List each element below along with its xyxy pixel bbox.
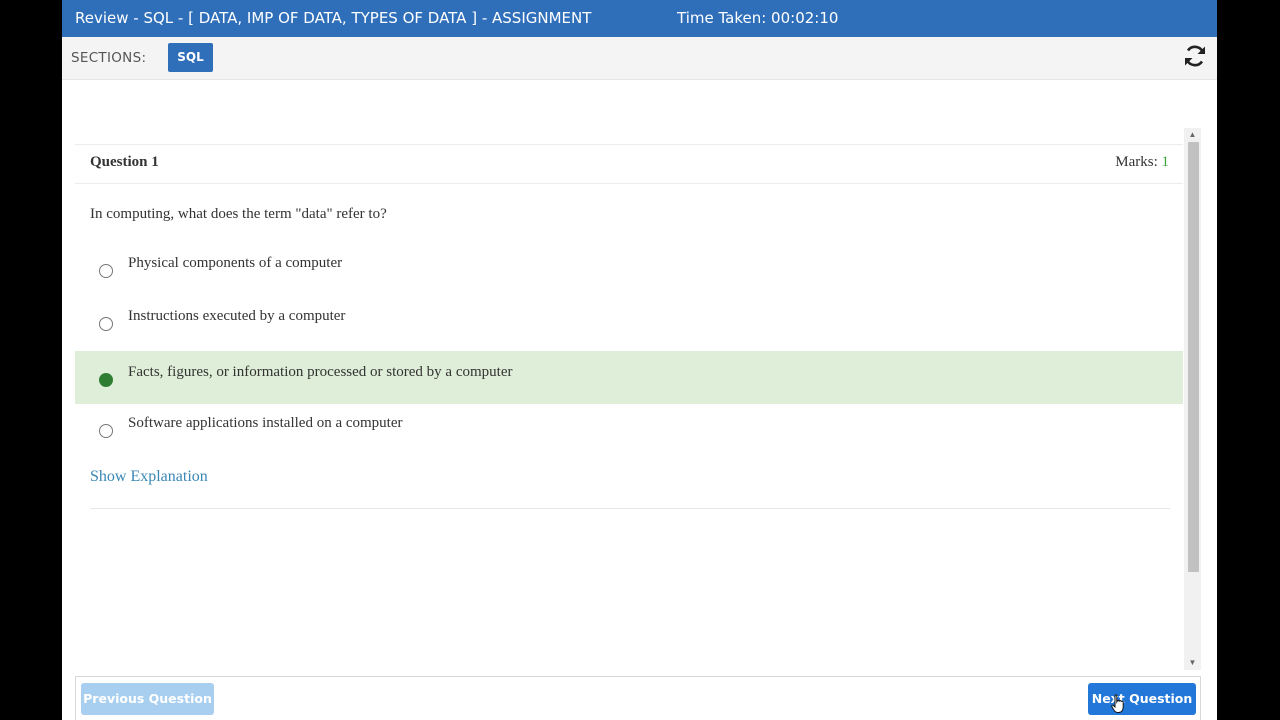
section-tab-sql[interactable]: SQL	[168, 43, 213, 72]
time-taken: Time Taken: 00:02:10	[677, 9, 839, 27]
refresh-icon[interactable]	[1183, 44, 1207, 68]
show-explanation-link[interactable]: Show Explanation	[90, 468, 208, 486]
scroll-up-arrow-icon[interactable]: ▲	[1184, 128, 1201, 142]
option-label: Physical components of a computer	[128, 255, 343, 271]
option-label: Software applications installed on a com…	[128, 415, 403, 431]
vertical-scrollbar[interactable]: ▲ ▼	[1184, 128, 1201, 670]
previous-question-button[interactable]: Previous Question	[81, 683, 214, 715]
hand-cursor-icon	[1111, 694, 1124, 713]
option-1[interactable]: Physical components of a computer	[75, 242, 1183, 295]
question-panel: Question 1 Marks: 1 In computing, what d…	[75, 128, 1201, 670]
radio-button[interactable]	[99, 424, 113, 438]
scrollbar-thumb[interactable]	[1188, 142, 1199, 572]
option-label: Facts, figures, or information processed…	[128, 364, 513, 380]
divider	[90, 508, 1170, 509]
option-label: Instructions executed by a computer	[128, 308, 346, 324]
marks-label: Marks:	[1115, 154, 1158, 170]
option-4[interactable]: Software applications installed on a com…	[75, 402, 1183, 455]
sections-label: SECTIONS:	[71, 50, 147, 66]
quiz-review-window: Review - SQL - [ DATA, IMP OF DATA, TYPE…	[62, 0, 1217, 720]
question-text: In computing, what does the term "data" …	[90, 206, 387, 222]
radio-button-checked[interactable]	[99, 373, 113, 387]
option-3-selected[interactable]: Facts, figures, or information processed…	[75, 351, 1183, 404]
question-header: Question 1 Marks: 1	[75, 144, 1183, 184]
page-title: Review - SQL - [ DATA, IMP OF DATA, TYPE…	[75, 9, 592, 27]
question-number: Question 1	[90, 154, 159, 170]
header-bar: Review - SQL - [ DATA, IMP OF DATA, TYPE…	[62, 0, 1217, 37]
radio-button[interactable]	[99, 317, 113, 331]
navigation-footer: Previous Question Next Question	[75, 676, 1201, 720]
marks-value: 1	[1161, 154, 1170, 170]
scroll-down-arrow-icon[interactable]: ▼	[1184, 656, 1201, 670]
next-question-button[interactable]: Next Question	[1088, 683, 1196, 715]
radio-button[interactable]	[99, 264, 113, 278]
sections-bar: SECTIONS: SQL	[62, 37, 1217, 80]
marks: Marks: 1	[1115, 154, 1169, 171]
option-2[interactable]: Instructions executed by a computer	[75, 295, 1183, 348]
